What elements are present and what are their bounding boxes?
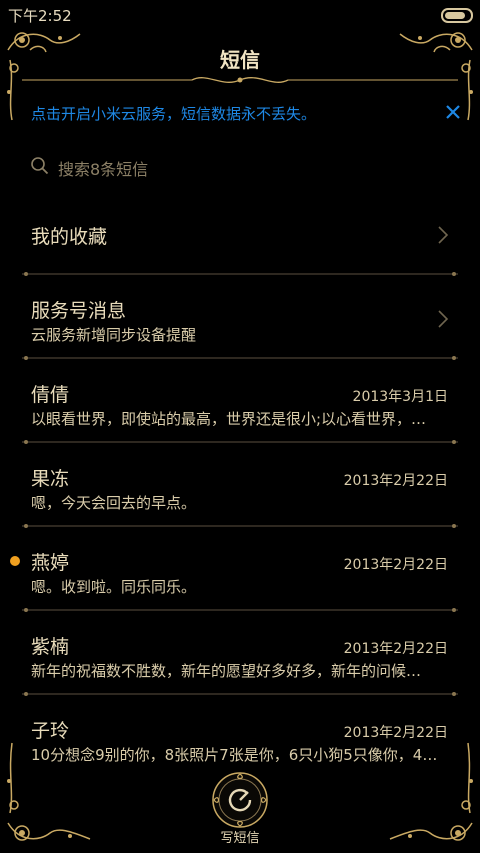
page-title: 短信 [220, 48, 260, 72]
message-date: 2013年3月1日 [352, 389, 448, 405]
banner-text[interactable]: 点击开启小米云服务，短信数据永不丢失。 [31, 103, 316, 124]
divider [22, 692, 458, 696]
contact-name: 果冻 [31, 468, 70, 490]
divider [22, 272, 458, 276]
battery-level [445, 12, 465, 19]
divider [22, 440, 458, 444]
search-input[interactable]: 搜索8条短信 [58, 156, 148, 180]
compose-icon[interactable] [210, 770, 270, 830]
message-date: 2013年2月22日 [343, 641, 448, 657]
conversation-item[interactable]: 紫楠 2013年2月22日 新年的祝福数不胜数，新年的愿望好多好多，新年的问候… [0, 618, 480, 690]
chevron-right-icon [438, 226, 449, 244]
message-snippet: 以眼看世界，即使站的最高，世界还是很小;以心看世界，… [31, 410, 427, 428]
service-subtitle: 云服务新增同步设备提醒 [31, 326, 197, 344]
search-bar[interactable]: 搜索8条短信 [30, 152, 330, 180]
divider [22, 356, 458, 360]
title-ornament-divider [22, 77, 458, 83]
message-date: 2013年2月22日 [343, 557, 448, 573]
conversation-item[interactable]: 子玲 2013年2月22日 10分想念9别的你，8张照片7张是你，6只小狗5只像… [0, 702, 480, 774]
favorites-label: 我的收藏 [31, 226, 108, 248]
unread-dot [10, 556, 20, 566]
contact-name: 紫楠 [31, 636, 70, 658]
message-date: 2013年2月22日 [343, 725, 448, 741]
conversation-item[interactable]: 燕婷 2013年2月22日 嗯。收到啦。同乐同乐。 [0, 534, 480, 606]
message-snippet: 嗯。收到啦。同乐同乐。 [31, 578, 197, 596]
service-messages-item[interactable]: 服务号消息 云服务新增同步设备提醒 [0, 282, 480, 354]
chevron-right-icon [438, 310, 449, 328]
contact-name: 燕婷 [31, 552, 70, 574]
divider [22, 608, 458, 612]
conversation-item[interactable]: 倩倩 2013年3月1日 以眼看世界，即使站的最高，世界还是很小;以心看世界，… [0, 366, 480, 438]
message-snippet: 10分想念9别的你，8张照片7张是你，6只小狗5只像你，4… [31, 746, 438, 764]
service-title: 服务号消息 [31, 300, 127, 322]
compose-label: 写短信 [220, 831, 260, 846]
close-icon[interactable] [440, 99, 466, 125]
cloud-service-banner[interactable]: 点击开启小米云服务，短信数据永不丢失。 [0, 96, 480, 130]
favorites-item[interactable]: 我的收藏 [0, 206, 480, 266]
contact-name: 倩倩 [31, 384, 70, 406]
message-snippet: 新年的祝福数不胜数，新年的愿望好多好多，新年的问候… [31, 662, 422, 680]
search-icon [31, 157, 49, 175]
compose-button[interactable]: 写短信 [206, 770, 274, 850]
contact-name: 子玲 [31, 720, 70, 742]
message-date: 2013年2月22日 [343, 473, 448, 489]
divider [22, 524, 458, 528]
message-snippet: 嗯，今天会回去的早点。 [31, 494, 197, 512]
conversation-item[interactable]: 果冻 2013年2月22日 嗯，今天会回去的早点。 [0, 450, 480, 522]
